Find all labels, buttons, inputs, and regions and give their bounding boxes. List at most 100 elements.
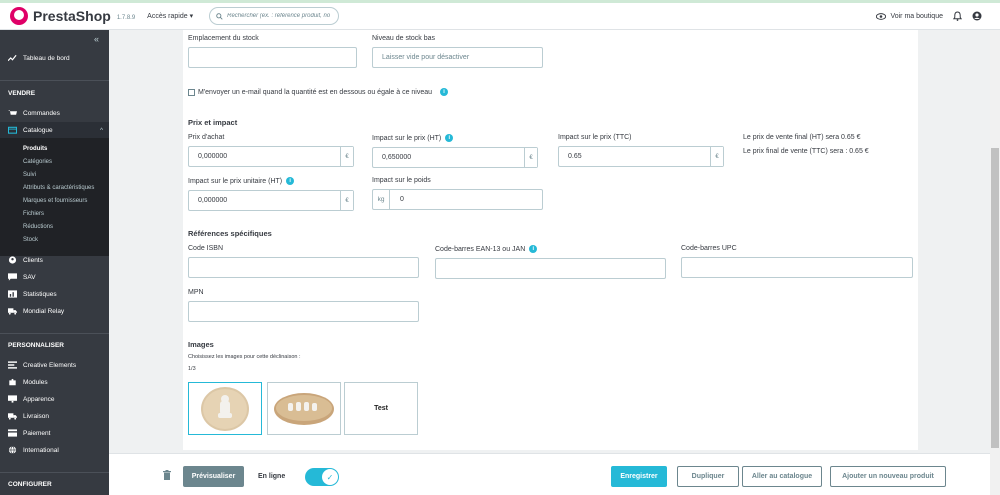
- unit-impact-input[interactable]: 0,000000 €: [188, 190, 354, 211]
- unit-impact-label: Impact sur le prix unitaire (HT) i: [188, 177, 295, 185]
- prestashop-logo[interactable]: PrestaShop: [10, 7, 111, 25]
- weight-impact-input[interactable]: kg 0: [372, 189, 543, 210]
- low-stock-input[interactable]: Laisser vide pour désactiver: [372, 47, 543, 68]
- info-icon[interactable]: i: [440, 88, 449, 96]
- sidebar-label: Apparence: [23, 395, 55, 403]
- section-sell: VENDRE: [8, 90, 36, 97]
- sidebar-label: Clients: [23, 256, 43, 264]
- submenu-brands[interactable]: Marques et fournisseurs: [23, 198, 87, 204]
- trash-icon[interactable]: [163, 470, 171, 480]
- bell-icon[interactable]: [953, 11, 962, 21]
- sidebar-item-modules[interactable]: Modules: [0, 374, 109, 390]
- sidebar-item-creative[interactable]: Creative Elements: [0, 357, 109, 373]
- save-button[interactable]: Enregistrer: [611, 466, 667, 487]
- submenu-files[interactable]: Fichiers: [23, 211, 44, 217]
- impact-ttc-label: Impact sur le prix (TTC): [558, 134, 632, 141]
- mpn-label: MPN: [188, 289, 204, 296]
- submenu-attributes[interactable]: Attributs & caractéristiques: [23, 185, 94, 191]
- stock-location-label: Emplacement du stock: [188, 35, 259, 42]
- logo-icon: [10, 7, 28, 25]
- ean-label: Code-barres EAN-13 ou JAN i: [435, 245, 538, 253]
- go-to-catalog-button[interactable]: Aller au catalogue: [742, 466, 822, 487]
- sidebar-label: Commandes: [23, 109, 60, 117]
- purchase-price-label: Prix d'achat: [188, 134, 225, 141]
- sidebar-item-international[interactable]: International: [0, 442, 109, 458]
- email-alert-checkbox[interactable]: M'envoyer un e-mail quand la quantité es…: [188, 88, 449, 96]
- scrollbar-thumb[interactable]: [991, 148, 999, 448]
- currency-addon: €: [524, 148, 537, 167]
- info-icon[interactable]: i: [286, 177, 295, 185]
- unit-impact-value: 0,000000: [198, 197, 228, 204]
- final-price-ht: Le prix de vente final (HT) sera 0.65 €: [743, 134, 861, 141]
- sidebar-item-catalog[interactable]: Catalogue ^: [0, 122, 109, 138]
- eye-icon: [876, 12, 887, 20]
- purchase-price-input[interactable]: 0,000000 €: [188, 146, 354, 167]
- submenu-tracking[interactable]: Suivi: [23, 172, 36, 178]
- section-configure: CONFIGURER: [8, 481, 52, 488]
- sidebar-item-shipping[interactable]: Livraison: [0, 408, 109, 424]
- info-icon[interactable]: i: [529, 245, 538, 253]
- image-thumbnail-3[interactable]: Test: [344, 382, 418, 435]
- sidebar-label: Creative Elements: [23, 361, 77, 369]
- add-new-product-button[interactable]: Ajouter un nouveau produit: [830, 466, 946, 487]
- submenu-stock[interactable]: Stock: [23, 237, 38, 243]
- search-input[interactable]: Rechercher (ex. : référence produit, no: [209, 7, 340, 25]
- isbn-input[interactable]: [188, 257, 419, 278]
- final-price-ttc: Le prix final de vente (TTC) sera : 0.65…: [743, 148, 869, 155]
- logo-text: PrestaShop: [33, 8, 111, 24]
- card-icon: [8, 429, 17, 437]
- currency-addon: €: [710, 147, 723, 166]
- globe-icon: [8, 446, 17, 454]
- account-icon[interactable]: [972, 11, 982, 21]
- price-section-title: Prix et impact: [188, 118, 238, 127]
- images-count: 1/3: [188, 366, 196, 372]
- duplicate-button[interactable]: Dupliquer: [677, 466, 739, 487]
- creative-icon: [8, 361, 17, 369]
- check-icon: ✓: [322, 469, 338, 485]
- quick-access-menu[interactable]: Accès rapide ▾: [147, 12, 193, 20]
- chat-icon: [8, 273, 17, 281]
- impact-ht-label: Impact sur le prix (HT) i: [372, 134, 454, 142]
- mpn-input[interactable]: [188, 301, 419, 322]
- impact-ttc-value: 0.65: [568, 153, 582, 160]
- images-hint: Choisissez les images pour cette déclina…: [188, 354, 301, 360]
- image-thumbnail-1[interactable]: [188, 382, 262, 435]
- currency-addon: €: [340, 191, 353, 210]
- trend-icon: [8, 54, 17, 62]
- sidebar-label: Tableau de bord: [23, 54, 70, 62]
- checkbox-box[interactable]: [188, 88, 195, 96]
- preview-button[interactable]: Prévisualiser: [183, 466, 244, 487]
- submenu-products[interactable]: Produits: [23, 146, 47, 152]
- page-scrollbar[interactable]: [990, 30, 1000, 495]
- puzzle-icon: [9, 378, 16, 386]
- upc-input[interactable]: [681, 257, 913, 278]
- weight-unit-addon: kg: [373, 190, 390, 209]
- online-toggle[interactable]: ✓: [305, 468, 339, 486]
- sidebar-item-sav[interactable]: SAV: [0, 269, 109, 285]
- product-image-round-plate: [201, 386, 249, 431]
- low-stock-label: Niveau de stock bas: [372, 35, 436, 42]
- sidebar-item-orders[interactable]: Commandes: [0, 105, 109, 121]
- sidebar-item-clients[interactable]: Clients: [0, 252, 109, 268]
- image-thumbnail-2[interactable]: [267, 382, 341, 435]
- sidebar-item-dashboard[interactable]: Tableau de bord: [0, 50, 109, 66]
- sidebar-item-mondial-relay[interactable]: Mondial Relay: [0, 303, 109, 319]
- chevron-up-icon: ^: [99, 126, 103, 134]
- isbn-label: Code ISBN: [188, 245, 224, 252]
- view-shop-link[interactable]: Voir ma boutique: [876, 13, 943, 20]
- stats-icon: [8, 290, 17, 298]
- info-icon[interactable]: i: [445, 134, 454, 142]
- monitor-icon: [8, 395, 17, 403]
- collapse-sidebar-icon[interactable]: «: [94, 34, 99, 44]
- submenu-categories[interactable]: Catégories: [23, 159, 52, 165]
- impact-ht-input[interactable]: 0,650000 €: [372, 147, 538, 168]
- impact-ttc-input[interactable]: 0.65 €: [558, 146, 724, 167]
- section-customize: PERSONNALISER: [8, 342, 64, 349]
- sidebar-item-stats[interactable]: Statistiques: [0, 286, 109, 302]
- submenu-discounts[interactable]: Réductions: [23, 224, 53, 230]
- sidebar-item-appearance[interactable]: Apparence: [0, 391, 109, 407]
- sidebar-item-payment[interactable]: Paiement: [0, 425, 109, 441]
- stock-location-input[interactable]: [188, 47, 357, 68]
- version-label: 1.7.8.9: [116, 15, 136, 21]
- ean-input[interactable]: [435, 258, 666, 279]
